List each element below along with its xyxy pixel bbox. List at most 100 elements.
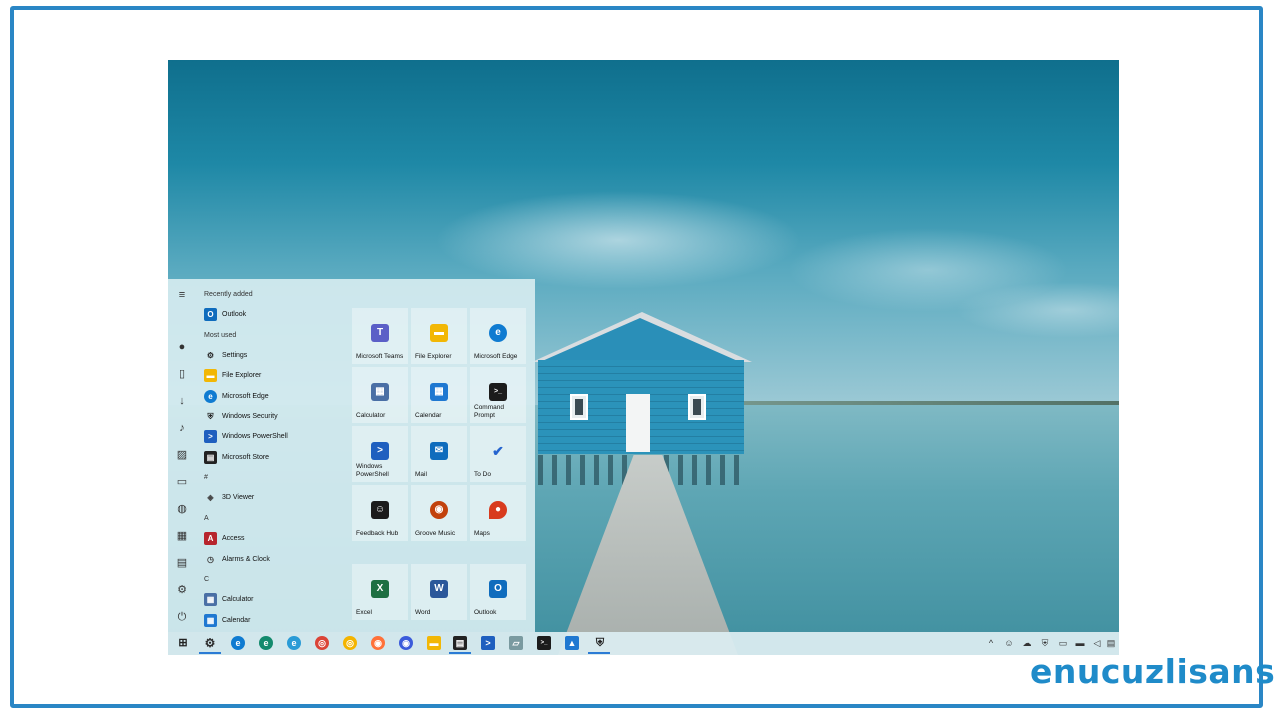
tile-word[interactable]: W Word [411,564,467,620]
app-microsoft-edge[interactable]: e Microsoft Edge [204,388,269,404]
chrome-icon[interactable]: ◎ [315,636,329,650]
map-pin-icon: ● [489,501,507,519]
outlook-icon: O [489,580,507,598]
tile-calendar[interactable]: ▦ Calendar [411,367,467,423]
cloud-icon[interactable]: ☁ [1022,637,1032,649]
file-explorer-rail-icon[interactable]: ▤ [175,556,189,570]
active-app-indicator [449,652,471,654]
chevron-up-icon[interactable]: ^ [986,637,996,649]
calendar-icon: ▦ [204,613,217,627]
section-header-c[interactable]: C [204,576,209,583]
music-icon[interactable]: ♪ [175,421,189,435]
personal-folder-icon[interactable]: ▦ [175,529,189,543]
security-icon[interactable]: ⛨ [1040,637,1050,649]
mail-icon: ✉ [430,442,448,460]
music-icon: ◉ [430,501,448,519]
network-icon[interactable]: ◍ [175,502,189,516]
firefox-nightly-icon[interactable]: ◉ [399,636,413,650]
network-icon[interactable]: ▬ [1075,637,1085,649]
tile-maps[interactable]: ● Maps [470,485,526,541]
excel-icon: X [371,580,389,598]
app-outlook[interactable]: O Outlook [204,306,246,322]
tile-microsoft-edge[interactable]: e Microsoft Edge [470,308,526,364]
shield-icon: ⛨ [207,411,214,421]
app-windows-security[interactable]: ⛨ Windows Security [204,408,278,424]
pictures-icon[interactable]: ▨ [175,448,189,462]
tile-excel[interactable]: X Excel [352,564,408,620]
access-icon: A [204,531,217,545]
app-access[interactable]: A Access [204,530,245,546]
tile-feedback-hub[interactable]: ☺ Feedback Hub [352,485,408,541]
chrome-canary-icon[interactable]: ◎ [343,636,357,650]
tile-to-do[interactable]: ✔ To Do [470,426,526,482]
tile-calculator[interactable]: ▦ Calculator [352,367,408,423]
edge-icon[interactable]: e [231,636,245,650]
documents-icon[interactable]: ▯ [175,367,189,381]
desktop: ≡ ● ▯ ↓ ♪ ▨ ▭ ◍ ▦ ▤ ⚙ ⏻ Recently added O… [168,60,1119,655]
active-app-indicator [588,652,610,654]
app-file-explorer[interactable]: ▬ File Explorer [204,367,261,383]
edge-beta-icon[interactable]: e [287,636,301,650]
app-3d-viewer[interactable]: ◈ 3D Viewer [204,489,254,505]
teams-icon: T [371,324,389,342]
app-settings[interactable]: ⚙ Settings [204,347,247,363]
powershell-icon: > [204,429,217,443]
tile-command-prompt[interactable]: >_ Command Prompt [470,367,526,423]
windows-start-icon[interactable]: ⊞ [176,636,190,650]
photos-icon[interactable]: ▲ [565,636,579,650]
tile-mail[interactable]: ✉ Mail [411,426,467,482]
section-header-hash[interactable]: # [204,474,208,481]
folder-icon[interactable]: ▬ [427,636,441,650]
calculator-icon: ▦ [204,592,217,606]
gear-icon: ⚙ [206,350,215,360]
edge-icon: e [204,389,217,403]
edge-icon: e [489,324,507,342]
hamburger-menu-icon[interactable]: ≡ [175,288,189,302]
wallpaper-boathouse [532,312,752,457]
user-avatar-icon[interactable]: ● [175,340,189,354]
most-used-header: Most used [204,332,237,339]
gear-icon[interactable]: ⚙ [203,636,217,650]
tile-microsoft-teams[interactable]: T Microsoft Teams [352,308,408,364]
firefox-icon[interactable]: ◉ [371,636,385,650]
notes-icon[interactable]: ▱ [509,636,523,650]
shield-icon[interactable]: ⛨ [593,636,607,650]
app-calculator[interactable]: ▦ Calculator [204,591,254,607]
tile-outlook[interactable]: O Outlook [470,564,526,620]
folder-icon: ▬ [204,368,217,382]
clock-icon: ◷ [207,554,214,564]
app-alarms-clock[interactable]: ◷ Alarms & Clock [204,551,270,567]
terminal-icon: >_ [489,383,507,401]
taskbar: ⊞ ⚙ e e e ◎ ◎ ◉ ◉ ▬ ▤ > ▱ >_ ▲ ⛨ ^ ☺ ☁ ⛨… [168,632,1119,655]
start-rail: ≡ ● ▯ ↓ ♪ ▨ ▭ ◍ ▦ ▤ ⚙ ⏻ [168,279,196,632]
tile-windows-powershell[interactable]: > Windows PowerShell [352,426,408,482]
tile-groove-music[interactable]: ◉ Groove Music [411,485,467,541]
section-header-a[interactable]: A [204,515,209,522]
app-calendar[interactable]: ▦ Calendar [204,612,250,628]
terminal-icon[interactable]: >_ [537,636,551,650]
tile-file-explorer[interactable]: ▬ File Explorer [411,308,467,364]
people-icon[interactable]: ☺ [1004,637,1014,649]
cube-icon: ◈ [207,492,214,502]
app-windows-powershell[interactable]: > Windows PowerShell [204,428,288,444]
calendar-icon: ▦ [430,383,448,401]
word-icon: W [430,580,448,598]
boathouse-window [688,394,706,420]
powershell-icon[interactable]: > [481,636,495,650]
notification-icon[interactable]: ▤ [1106,637,1116,649]
store-icon: ▤ [204,450,217,464]
volume-icon[interactable]: ◁ [1092,637,1102,649]
display-icon[interactable]: ▭ [1058,637,1068,649]
downloads-icon[interactable]: ↓ [175,394,189,408]
active-app-indicator [199,652,221,654]
powershell-icon: > [371,442,389,460]
edge-dev-icon[interactable]: e [259,636,273,650]
boathouse-door [626,394,650,452]
store-icon[interactable]: ▤ [453,636,467,650]
settings-icon[interactable]: ⚙ [175,583,189,597]
outlook-icon: O [204,307,217,321]
videos-icon[interactable]: ▭ [175,475,189,489]
boathouse-window [570,394,588,420]
power-icon[interactable]: ⏻ [175,610,189,624]
app-microsoft-store[interactable]: ▤ Microsoft Store [204,449,269,465]
